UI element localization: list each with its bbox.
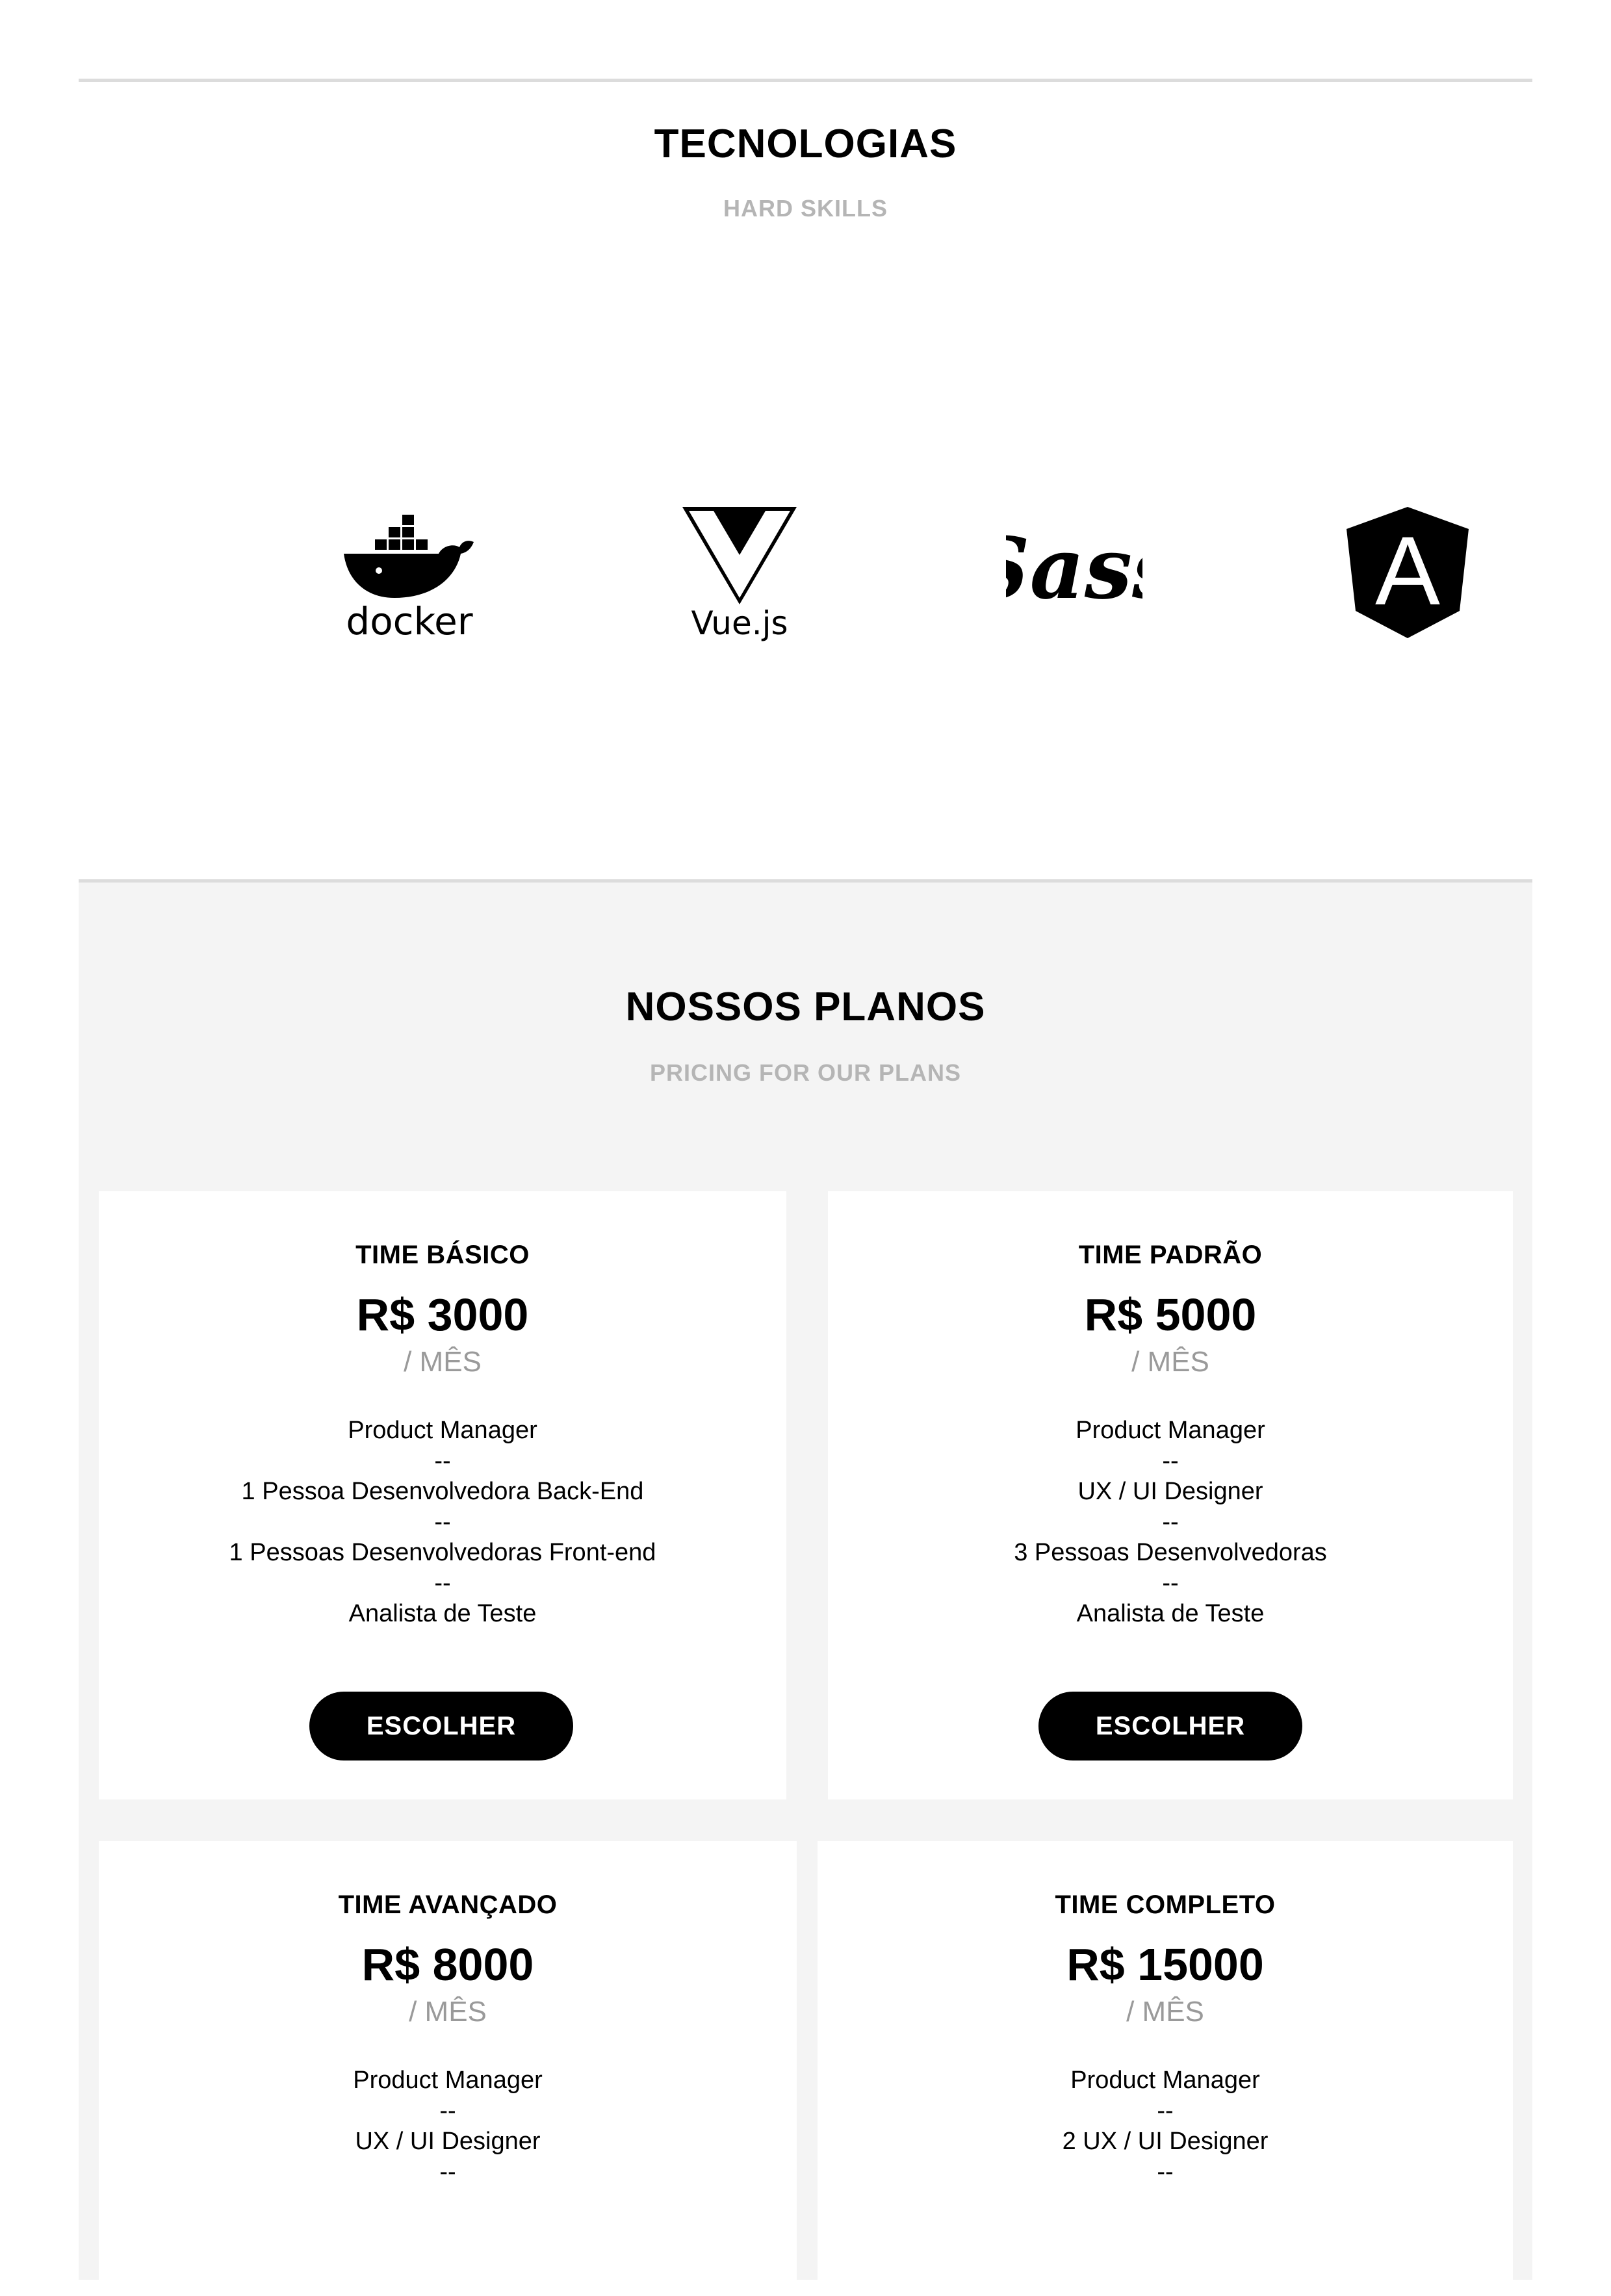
feature-separator: --: [1162, 1508, 1179, 1536]
plan-price: R$ 5000: [1084, 1289, 1257, 1340]
plan-period: / MÊS: [1131, 1346, 1209, 1378]
feature-item: 2 UX / UI Designer: [1062, 2128, 1269, 2155]
feature-separator: --: [434, 1508, 451, 1536]
tech-logos: docker Vue.js Sass A: [0, 500, 1611, 650]
feature-item: 3 Pessoas Desenvolvedoras: [1014, 1539, 1327, 1566]
feature-separator: --: [1162, 1447, 1179, 1475]
tech-section-title: TECNOLOGIAS: [654, 122, 957, 166]
plan-period: / MÊS: [409, 1996, 487, 2028]
plan-name: TIME PADRÃO: [1078, 1241, 1263, 1269]
plan-card-padrao: TIME PADRÃO R$ 5000 / MÊS Product Manage…: [828, 1191, 1513, 1799]
feature-item: UX / UI Designer: [1077, 1478, 1263, 1505]
feature-item: Product Manager: [1076, 1417, 1265, 1444]
plan-period: / MÊS: [1126, 1996, 1204, 2028]
choose-plan-button[interactable]: ESCOLHER: [309, 1692, 573, 1761]
plan-features: Product Manager -- 2 UX / UI Designer --: [818, 2065, 1513, 2187]
feature-item: Product Manager: [353, 2067, 543, 2094]
angular-logo-text: A: [1375, 516, 1440, 625]
sass-logo-text: Sass: [1006, 519, 1142, 618]
plan-features: Product Manager -- 1 Pessoa Desenvolvedo…: [99, 1415, 786, 1629]
plan-card-basico: TIME BÁSICO R$ 3000 / MÊS Product Manage…: [99, 1191, 786, 1799]
plan-name: TIME AVANÇADO: [338, 1890, 558, 1919]
vuejs-logo: Vue.js: [681, 500, 798, 650]
plan-card-completo: TIME COMPLETO R$ 15000 / MÊS Product Man…: [818, 1841, 1513, 2296]
feature-item: Product Manager: [1070, 2067, 1260, 2094]
feature-separator: --: [1157, 2097, 1174, 2124]
feature-separator: --: [1157, 2158, 1174, 2186]
vuejs-logo-text: Vue.js: [691, 604, 788, 642]
sass-logo: Sass: [969, 500, 1180, 650]
plan-period: / MÊS: [404, 1346, 482, 1378]
feature-item: 1 Pessoa Desenvolvedora Back-End: [241, 1478, 644, 1505]
angular-logo: A: [1344, 500, 1471, 650]
feature-item: Analista de Teste: [348, 1600, 537, 1627]
feature-item: 1 Pessoas Desenvolvedoras Front-end: [229, 1539, 656, 1566]
feature-item: Analista de Teste: [1076, 1600, 1265, 1627]
docker-logo-text: docker: [346, 599, 472, 643]
pricing-section-title: NOSSOS PLANOS: [625, 985, 986, 1029]
plan-name: TIME BÁSICO: [355, 1241, 530, 1269]
feature-separator: --: [439, 2097, 456, 2124]
plan-features: Product Manager -- UX / UI Designer -- 3…: [828, 1415, 1513, 1629]
pricing-section-subtitle: PRICING FOR OUR PLANS: [649, 1059, 961, 1086]
plan-card-avancado: TIME AVANÇADO R$ 8000 / MÊS Product Mana…: [99, 1841, 797, 2296]
tech-section-subtitle: HARD SKILLS: [723, 195, 888, 222]
feature-separator: --: [439, 2158, 456, 2186]
plan-price: R$ 15000: [1066, 1939, 1264, 1990]
pricing-divider: [79, 879, 1532, 883]
top-divider: [79, 79, 1532, 82]
feature-separator: --: [434, 1447, 451, 1475]
feature-separator: --: [434, 1569, 451, 1597]
feature-item: UX / UI Designer: [355, 2128, 541, 2155]
choose-plan-button[interactable]: ESCOLHER: [1038, 1692, 1302, 1761]
docker-logo: docker: [341, 500, 478, 650]
plan-features: Product Manager -- UX / UI Designer --: [99, 2065, 797, 2187]
feature-item: Product Manager: [348, 1417, 537, 1444]
plan-name: TIME COMPLETO: [1055, 1890, 1276, 1919]
plan-price: R$ 8000: [361, 1939, 534, 1990]
feature-separator: --: [1162, 1569, 1179, 1597]
plan-price: R$ 3000: [356, 1289, 529, 1340]
